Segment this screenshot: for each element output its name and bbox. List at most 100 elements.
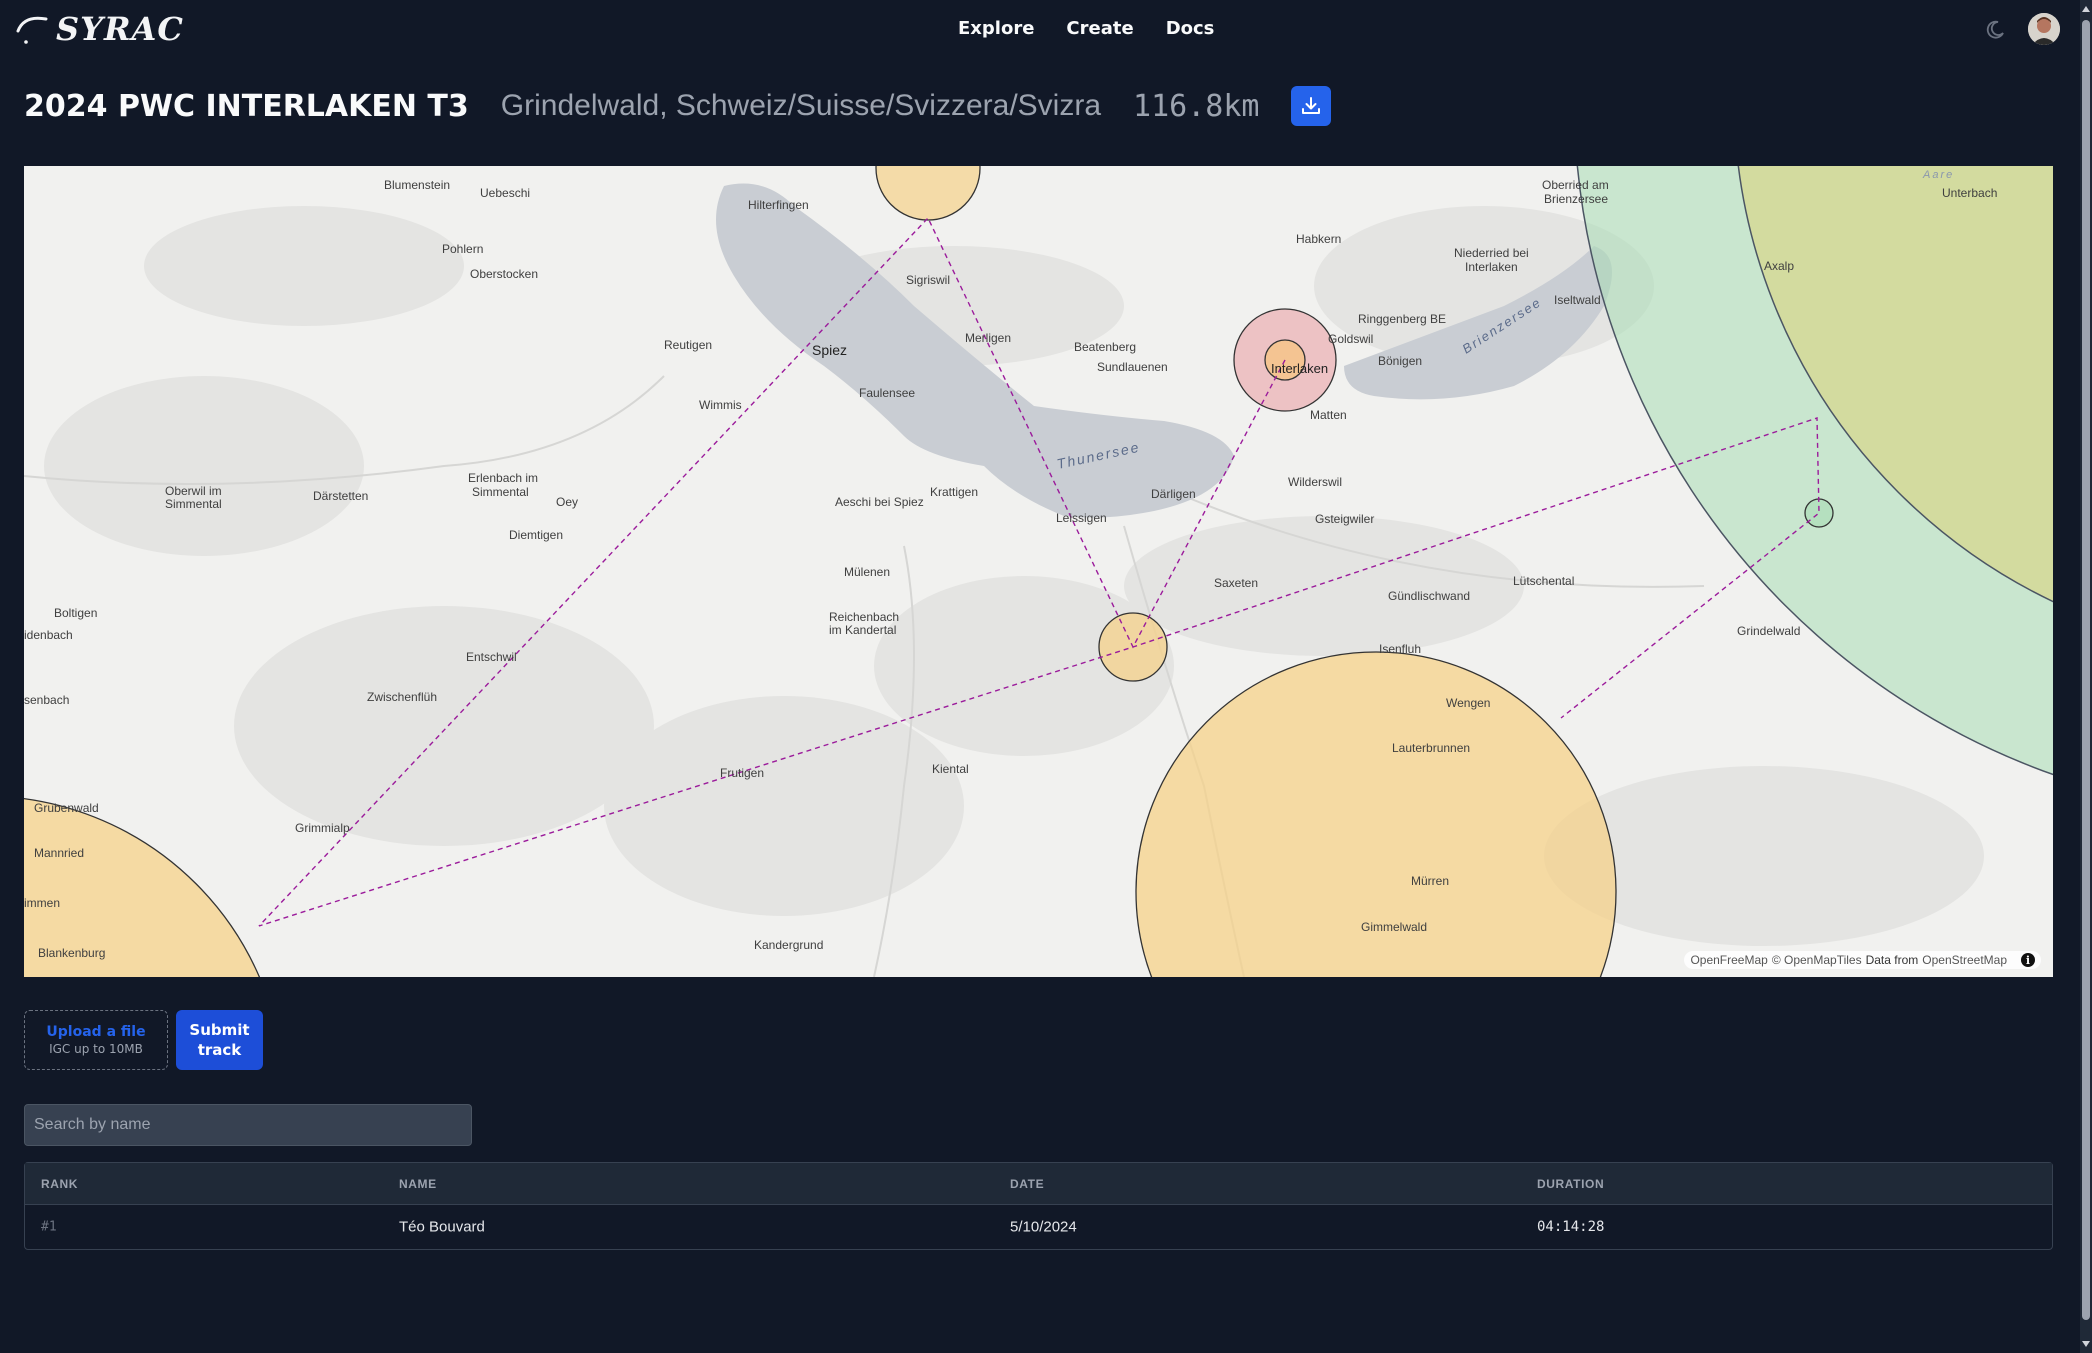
map-place-label: Entschwil [466, 650, 517, 664]
map-place-label: Oberwil im [165, 484, 222, 498]
row-date: 5/10/2024 [1010, 1218, 1077, 1236]
attribution-data-from: Data from [1865, 953, 1919, 967]
scroll-up-arrow-icon[interactable] [2082, 6, 2090, 12]
map-place-label: Wimmis [699, 398, 742, 412]
task-distance: 116.8km [1133, 88, 1260, 124]
map-place-label: Habkern [1296, 232, 1341, 246]
attribution-openmaptiles-link[interactable]: © OpenMapTiles [1772, 953, 1862, 967]
map-place-label: Ringgenberg BE [1358, 312, 1446, 326]
nav-explore[interactable]: Explore [958, 18, 1034, 39]
map-place-label: Erlenbach im [468, 471, 538, 485]
map-place-label: Saxeten [1214, 576, 1258, 590]
upload-dropzone[interactable]: Upload a file IGC up to 10MB [24, 1010, 168, 1070]
map-place-label: Grubenwald [34, 801, 99, 815]
page-scrollbar[interactable] [2080, 0, 2092, 1353]
map-place-label: Gsteigwiler [1315, 512, 1374, 526]
map-place-label: Pohlern [442, 242, 483, 256]
map-place-label: Unterbach [1942, 186, 1997, 200]
map-place-label: Bönigen [1378, 354, 1422, 368]
moon-icon[interactable] [1984, 19, 2006, 41]
map-place-label: Kiental [932, 762, 969, 776]
map-place-label: Grindelwald [1737, 624, 1800, 638]
download-icon [1302, 97, 1321, 114]
map-place-label: Leissigen [1056, 511, 1107, 525]
map-place-label: Gimmelwald [1361, 920, 1427, 934]
map-place-label: Goldswil [1328, 332, 1373, 346]
column-header-rank[interactable]: RANK [41, 1177, 78, 1191]
map-place-label: Reichenbach [829, 610, 899, 624]
task-title: 2024 PWC INTERLAKEN T3 [24, 88, 469, 124]
map-place-label: Hilterfingen [748, 198, 809, 212]
map-place-label: Faulensee [859, 386, 915, 400]
map-place-label: Frutigen [720, 766, 764, 780]
goal-point [1804, 498, 1834, 528]
map-place-label: Gündlischwand [1388, 589, 1470, 603]
map-place-label: Beatenberg [1074, 340, 1136, 354]
table-row[interactable]: #1 Téo Bouvard 5/10/2024 04:14:28 [25, 1205, 2052, 1249]
app-name: SYRAC [56, 10, 184, 48]
map-place-label: Zwischenflüh [367, 690, 437, 704]
map-place-label: Matten [1310, 408, 1347, 422]
row-duration: 04:14:28 [1537, 1219, 1605, 1235]
map-place-label: Interlaken [1465, 260, 1518, 274]
search-input[interactable] [24, 1104, 472, 1146]
map-place-label: Oey [556, 495, 578, 509]
main-nav: Explore Create Docs [958, 18, 1214, 39]
map-place-label: Spiez [812, 342, 847, 358]
results-table: RANK NAME DATE DURATION #1 Téo Bouvard 5… [24, 1162, 2053, 1250]
task-header: 2024 PWC INTERLAKEN T3 Grindelwald, Schw… [24, 84, 1332, 128]
map-attribution: OpenFreeMap © OpenMapTiles Data from Ope… [1684, 951, 2041, 969]
map-place-label: Grimmialp [295, 821, 350, 835]
map-place-label: senbach [24, 693, 69, 707]
map-place-label: Simmental [472, 485, 529, 499]
app-logo[interactable]: SYRAC [14, 10, 184, 48]
map-place-label: Wengen [1446, 696, 1490, 710]
column-header-date[interactable]: DATE [1010, 1177, 1044, 1191]
map-place-label: Sundlauenen [1097, 360, 1168, 374]
row-rank: #1 [41, 1219, 57, 1235]
map-place-label: Iseltwald [1554, 293, 1601, 307]
info-icon[interactable]: i [2021, 953, 2035, 967]
upload-file-link[interactable]: Upload a file [46, 1024, 145, 1040]
row-pilot-name[interactable]: Téo Bouvard [399, 1219, 485, 1236]
attribution-openfreemap-link[interactable]: OpenFreeMap [1690, 953, 1767, 967]
nav-create[interactable]: Create [1066, 18, 1133, 39]
river-label: Aare [1922, 169, 1954, 181]
map-place-label: idenbach [24, 628, 73, 642]
map-place-label: Lütschental [1513, 574, 1574, 588]
map-place-label: Niederried bei [1454, 246, 1529, 260]
map-canvas[interactable]: Blumenstein Uebeschi Hilterfingen Oberri… [24, 166, 2053, 977]
nav-docs[interactable]: Docs [1166, 18, 1215, 39]
map-place-label: Oberstocken [470, 267, 538, 281]
map-place-label: Brienzersee [1544, 192, 1608, 206]
table-header: RANK NAME DATE DURATION [25, 1163, 2052, 1205]
task-location: Grindelwald, Schweiz/Suisse/Svizzera/Svi… [500, 89, 1102, 122]
map-place-label: Wilderswil [1288, 475, 1342, 489]
top-navbar: SYRAC Explore Create Docs [0, 0, 2080, 60]
column-header-duration[interactable]: DURATION [1537, 1177, 1604, 1191]
map-place-label: Merligen [965, 331, 1011, 345]
upload-hint: IGC up to 10MB [49, 1042, 143, 1056]
map-place-label: Reutigen [664, 338, 712, 352]
map-place-label: Diemtigen [509, 528, 563, 542]
map-place-label: Mannried [34, 846, 84, 860]
turnpoint-cylinder [875, 166, 981, 221]
map-place-label: Mürren [1411, 874, 1449, 888]
task-map[interactable]: Blumenstein Uebeschi Hilterfingen Oberri… [24, 166, 2053, 977]
download-button[interactable] [1291, 86, 1332, 126]
scroll-down-arrow-icon[interactable] [2082, 1341, 2090, 1347]
user-avatar[interactable] [2028, 13, 2060, 45]
paraglider-logo-icon [16, 16, 48, 44]
map-place-label: Uebeschi [480, 186, 530, 200]
attribution-openstreetmap-link[interactable]: OpenStreetMap [1922, 953, 2007, 967]
map-place-label: Sigriswil [906, 273, 950, 287]
map-place-label: Oberried am [1542, 178, 1609, 192]
map-place-label: im Kandertal [829, 623, 896, 637]
map-place-label: Interlaken [1271, 361, 1328, 376]
map-place-label: Isenfluh [1379, 642, 1421, 656]
submit-track-button[interactable]: Submit track [176, 1010, 263, 1070]
scrollbar-thumb[interactable] [2082, 20, 2090, 1320]
column-header-name[interactable]: NAME [399, 1177, 437, 1191]
map-place-label: immen [24, 896, 60, 910]
map-place-label: Simmental [165, 497, 222, 511]
